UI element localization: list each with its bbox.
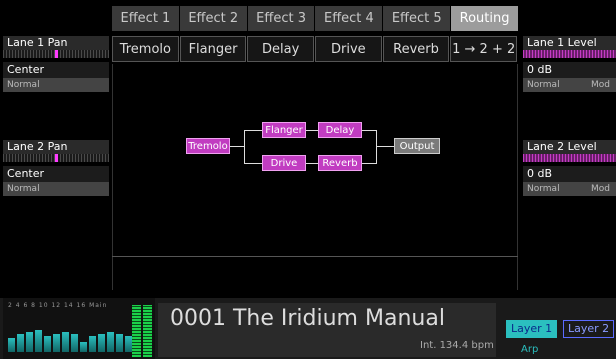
lane-2-level[interactable]: Lane 2 Level 0 dB Normal Mod (523, 140, 616, 196)
node-output[interactable]: Output (394, 138, 440, 154)
wire (244, 130, 262, 131)
lane-1-level-mode[interactable]: Normal Mod (523, 78, 616, 92)
lane-2-level-mode[interactable]: Normal Mod (523, 182, 616, 196)
main-meter-right (143, 305, 152, 357)
lane-2-level-value[interactable]: 0 dB (523, 166, 616, 182)
layer-2-button[interactable]: Layer 2 (563, 320, 615, 338)
mod-label: Mod (591, 184, 610, 194)
tempo-readout: Int. 134.4 bpm (420, 340, 494, 351)
lane-2-pan[interactable]: Lane 2 Pan Center Normal (3, 140, 109, 196)
lane-2-level-title: Lane 2 Level (523, 140, 616, 154)
node-tremolo[interactable]: Tremolo (186, 138, 230, 154)
channel-level-bar (53, 334, 60, 352)
layer-1-button[interactable]: Layer 1 (506, 320, 558, 338)
lane-1-level-value[interactable]: 0 dB (523, 62, 616, 78)
channel-level-bar (71, 334, 78, 352)
channel-level-bar (125, 336, 132, 352)
patch-name: 0001 The Iridium Manual (170, 306, 445, 331)
tab-effect-1[interactable]: Effect 1 (112, 6, 179, 31)
wire (306, 130, 318, 131)
channel-level-bar (89, 336, 96, 352)
channel-level-bar (35, 330, 42, 352)
lane-1-level[interactable]: Lane 1 Level 0 dB Normal Mod (523, 36, 616, 92)
pan-marker (55, 50, 58, 58)
wire (244, 163, 262, 164)
lane-2-pan-value[interactable]: Center (3, 166, 109, 182)
wire (230, 146, 244, 147)
routing-mode[interactable]: 1 → 2 + 2 (450, 36, 518, 62)
channel-level-bar (8, 338, 15, 352)
mode-label: Normal (527, 184, 560, 194)
tab-effect-5[interactable]: Effect 5 (383, 6, 451, 31)
channel-level-bars (8, 312, 150, 352)
effect-drive[interactable]: Drive (315, 36, 382, 62)
effect-reverb[interactable]: Reverb (382, 36, 450, 62)
lane-1-pan[interactable]: Lane 1 Pan Center Normal (3, 36, 109, 92)
main-meter-left (132, 305, 141, 357)
channel-level-bar (116, 334, 123, 352)
channel-level-bar (62, 332, 69, 352)
routing-diagram: Tremolo Flanger Delay Drive Reverb Outpu… (180, 120, 450, 180)
lane-1-level-title: Lane 1 Level (523, 36, 616, 50)
tab-effect-2[interactable]: Effect 2 (179, 6, 247, 31)
divider (112, 256, 518, 257)
tab-routing[interactable]: Routing (451, 6, 518, 31)
wire (362, 130, 376, 131)
mode-label: Normal (527, 80, 560, 90)
wire (362, 163, 376, 164)
effect-flanger[interactable]: Flanger (179, 36, 247, 62)
right-panel: Lane 1 Level 0 dB Normal Mod Lane 2 Leve… (523, 36, 616, 244)
level-meter[interactable] (523, 50, 616, 58)
channel-level-bar (44, 336, 51, 352)
lane-2-pan-mode[interactable]: Normal (3, 182, 109, 196)
node-flanger[interactable]: Flanger (262, 122, 306, 138)
tab-effect-3[interactable]: Effect 3 (247, 6, 315, 31)
wire (376, 146, 394, 147)
lane-1-pan-mode[interactable]: Normal (3, 78, 109, 92)
lane-2-pan-title: Lane 2 Pan (3, 140, 109, 154)
mode-label: Normal (7, 184, 40, 194)
wire (244, 130, 245, 164)
pan-meter[interactable] (3, 154, 109, 162)
node-reverb[interactable]: Reverb (318, 155, 362, 171)
channel-level-bar (26, 332, 33, 352)
lane-1-pan-value[interactable]: Center (3, 62, 109, 78)
wire (306, 163, 318, 164)
effect-delay[interactable]: Delay (247, 36, 315, 62)
channel-level-bar (17, 334, 24, 352)
tab-bar: Effect 1 Effect 2 Effect 3 Effect 4 Effe… (112, 6, 518, 31)
level-meter[interactable] (523, 154, 616, 162)
effect-tremolo[interactable]: Tremolo (112, 36, 179, 62)
lane-1-pan-title: Lane 1 Pan (3, 36, 109, 50)
channel-level-bar (107, 332, 114, 352)
channel-level-bar (98, 334, 105, 352)
pan-marker (55, 154, 58, 162)
node-delay[interactable]: Delay (318, 122, 362, 138)
mode-label: Normal (7, 80, 40, 90)
mixer-channel-labels: 2 4 6 8 10 12 14 16 Main (8, 302, 108, 309)
arp-indicator: Arp (521, 344, 539, 355)
channel-level-bar (80, 342, 87, 352)
main-level-meter (132, 305, 152, 357)
effect-selector-row: Tremolo Flanger Delay Drive Reverb 1 → 2… (112, 36, 518, 62)
mod-label: Mod (591, 80, 610, 90)
pan-meter[interactable] (3, 50, 109, 58)
node-drive[interactable]: Drive (262, 155, 306, 171)
wire (376, 130, 377, 164)
left-panel: Lane 1 Pan Center Normal Lane 2 Pan Cent… (3, 36, 109, 244)
tab-effect-4[interactable]: Effect 4 (315, 6, 383, 31)
